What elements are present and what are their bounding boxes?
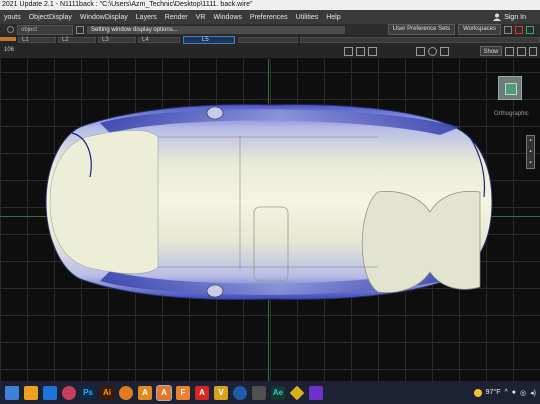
vred-icon[interactable]: V (214, 385, 228, 400)
layer-track[interactable] (300, 37, 540, 43)
palette-icon[interactable] (515, 25, 523, 34)
shelf-icon[interactable] (526, 25, 534, 34)
app-icon-diamond[interactable] (289, 385, 305, 400)
viewport-header: 106 Show (0, 45, 540, 59)
front-hood (49, 129, 159, 275)
quad-view-icon[interactable] (517, 47, 526, 56)
view-tool-icon[interactable]: ▪ (529, 149, 531, 155)
autodesk-alias-active-icon[interactable]: A (156, 384, 172, 401)
show-button[interactable]: Show (480, 46, 502, 56)
viewport-label: 106 (4, 47, 15, 53)
menu-item-help[interactable]: Help (322, 14, 344, 21)
sign-in-label: Sign In (504, 13, 526, 21)
microphone-icon[interactable]: ● (512, 389, 516, 396)
weather-icon[interactable] (473, 388, 482, 397)
window-title: 2021 Update 2.1 - N1111back : "C:\Users\… (0, 0, 540, 10)
workspaces-button[interactable]: Workspaces (458, 24, 501, 35)
modeling-viewport[interactable]: 106 Show Orthographic ▪ ▪ ▪ (0, 45, 540, 381)
ruler-icon[interactable] (368, 47, 377, 56)
blender-icon[interactable] (119, 385, 133, 400)
volume-icon[interactable]: ◂) (530, 389, 536, 397)
more-icon[interactable] (529, 47, 537, 56)
cinema4d-icon[interactable] (233, 385, 247, 400)
status-message: Setting window display options... (87, 25, 345, 34)
menu-item-vr[interactable]: VR (192, 14, 210, 21)
menu-item-layers[interactable]: Layers (132, 14, 161, 21)
menu-item-objectdisplay[interactable]: ObjectDisplay (25, 14, 76, 21)
rear-window (361, 190, 481, 293)
view-tool-icon[interactable]: ▪ (529, 160, 531, 166)
car-model[interactable] (40, 97, 500, 307)
layer-timeline: L1 L2 L3 L4 L5 (0, 35, 540, 45)
autodesk-red-icon[interactable]: A (195, 385, 209, 400)
layer-segment[interactable]: L3 (98, 37, 136, 43)
workspace-layout-icon[interactable] (504, 25, 512, 34)
mail-icon[interactable] (43, 385, 57, 400)
layer-segment-active[interactable]: L5 (183, 36, 235, 44)
object-field[interactable]: object (17, 24, 73, 35)
taskbar: Ps Ai A A F A V Ae 97°F ^ ● ◎ ◂) (0, 381, 540, 404)
premiere-icon[interactable] (309, 385, 323, 400)
menu-item-windows[interactable]: Windows (210, 14, 246, 21)
sphere-icon[interactable] (428, 47, 437, 56)
layer-segment[interactable]: L1 (18, 37, 56, 43)
chevron-up-icon[interactable]: ^ (505, 389, 508, 396)
mirror-right (206, 284, 224, 298)
menu-item-utilities[interactable]: Utilities (292, 14, 323, 21)
media-encoder-icon[interactable]: Ae (271, 385, 285, 400)
search-icon[interactable] (7, 26, 14, 33)
menu-item-layouts[interactable]: youts (0, 14, 25, 21)
menu-item-windowdisplay[interactable]: WindowDisplay (76, 14, 132, 21)
mirror-left (206, 106, 224, 120)
chrome-icon[interactable] (62, 385, 76, 400)
gear-icon[interactable] (76, 25, 84, 34)
view-tools-panel[interactable]: ▪ ▪ ▪ (526, 135, 535, 169)
keyshot-icon[interactable] (252, 385, 266, 400)
menu-item-preferences[interactable]: Preferences (246, 14, 292, 21)
illustrator-icon[interactable]: Ai (100, 385, 114, 400)
photoshop-icon[interactable]: Ps (81, 385, 95, 400)
fit-view-icon[interactable] (440, 47, 449, 56)
camera-icon[interactable] (344, 47, 353, 56)
user-icon (493, 13, 502, 21)
windows-start-icon[interactable] (5, 385, 19, 400)
layer-segment[interactable]: L4 (138, 37, 180, 43)
menu-item-render[interactable]: Render (161, 14, 192, 21)
layer-segment[interactable]: L2 (58, 37, 96, 43)
frame-icon[interactable] (356, 47, 365, 56)
shading-icon[interactable] (416, 47, 425, 56)
user-preference-sets-button[interactable]: User Preference Sets (387, 24, 456, 35)
network-icon[interactable]: ◎ (520, 389, 526, 397)
system-tray: 97°F ^ ● ◎ ◂) (473, 388, 540, 397)
single-view-icon[interactable] (505, 47, 514, 56)
toolbar: object Setting window display options...… (0, 24, 540, 35)
active-marker (0, 37, 16, 41)
menu-bar: youts ObjectDisplay WindowDisplay Layers… (0, 10, 540, 24)
weather-temp[interactable]: 97°F (486, 389, 501, 396)
layer-segment[interactable] (238, 37, 298, 43)
view-tool-icon[interactable]: ▪ (529, 138, 531, 144)
autodesk-fusion-icon[interactable]: F (176, 385, 190, 400)
viewcube-icon[interactable] (498, 76, 522, 100)
autodesk-alias-icon[interactable]: A (138, 385, 152, 400)
store-icon[interactable] (24, 385, 38, 400)
sign-in-button[interactable]: Sign In (493, 13, 526, 21)
